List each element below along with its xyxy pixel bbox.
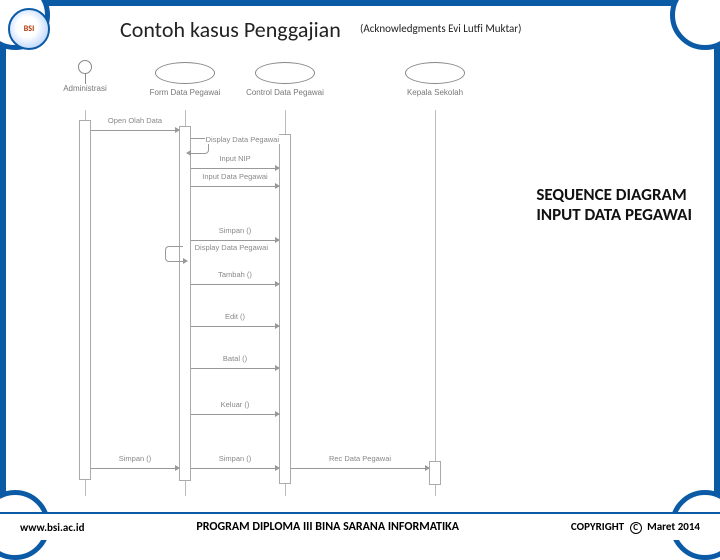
msg-label: Input NIP	[218, 154, 251, 163]
msg-input-nip: Input NIP	[191, 156, 279, 170]
msg-label: Batal ()	[222, 354, 248, 363]
msg-label: Display Data Pegawai	[205, 135, 280, 144]
lane-control-data-pegawai: Control Data Pegawai	[245, 56, 325, 97]
lane-administrasi: Administrasi	[45, 56, 125, 93]
activation-box	[429, 461, 441, 485]
activation-box	[179, 126, 191, 481]
lane-label: Administrasi	[45, 84, 125, 93]
footer-bar: www.bsi.ac.id PROGRAM DIPLOMA III BINA S…	[0, 512, 720, 540]
msg-label: Rec Data Pegawai	[328, 454, 392, 463]
activation-box	[279, 134, 291, 484]
msg-edit: Edit ()	[191, 314, 279, 328]
msg-open-olah-data: Open Olah Data	[91, 118, 179, 132]
msg-simpan-1: Simpan ()	[191, 228, 279, 242]
msg-display-data-pegawai-2: Display Data Pegawai	[165, 246, 183, 262]
msg-batal: Batal ()	[191, 356, 279, 370]
copyright-label: COPYRIGHT	[571, 520, 624, 533]
diagram-caption: SEQUENCE DIAGRAM INPUT DATA PEGAWAI	[536, 185, 692, 226]
footer-program: PROGRAM DIPLOMA III BINA SARANA INFORMAT…	[196, 520, 459, 534]
footer-url: www.bsi.ac.id	[20, 521, 84, 534]
msg-tambah: Tambah ()	[191, 272, 279, 286]
msg-simpan-form: Simpan ()	[191, 456, 279, 470]
msg-label: Simpan ()	[218, 226, 253, 235]
msg-label: Simpan ()	[118, 454, 153, 463]
footer-copyright: COPYRIGHT C Maret 2014	[571, 520, 700, 534]
msg-keluar: Keluar ()	[191, 402, 279, 416]
page-title: Contoh kasus Penggajian	[120, 16, 341, 43]
acknowledgment-text: (Acknowledgments Evi Lutfi Muktar)	[360, 22, 521, 35]
msg-label: Input Data Pegawai	[201, 172, 268, 181]
corner-tr	[670, 0, 720, 50]
lane-label: Form Data Pegawai	[145, 88, 225, 97]
msg-label: Keluar ()	[220, 400, 251, 409]
copyright-date: Maret 2014	[647, 520, 700, 533]
msg-label: Edit ()	[224, 312, 246, 321]
msg-input-data-pegawai: Input Data Pegawai	[191, 174, 279, 188]
copyright-icon: C	[630, 522, 642, 534]
msg-rec-data-pegawai: Rec Data Pegawai	[291, 456, 429, 470]
lifeline	[435, 110, 436, 496]
msg-label: Simpan ()	[218, 454, 253, 463]
bsi-logo-icon: BSI	[8, 8, 50, 50]
lane-label: Control Data Pegawai	[245, 88, 325, 97]
lane-label: Kepala Sekolah	[395, 88, 475, 97]
msg-label: Open Olah Data	[107, 116, 163, 125]
caption-line2: INPUT DATA PEGAWAI	[536, 205, 692, 225]
sequence-diagram: Administrasi Form Data Pegawai Control D…	[55, 56, 465, 496]
msg-display-data-pegawai-1: Display Data Pegawai	[191, 138, 209, 154]
msg-label: Display Data Pegawai	[194, 243, 269, 252]
msg-simpan-admin: Simpan ()	[91, 456, 179, 470]
lane-form-data-pegawai: Form Data Pegawai	[145, 56, 225, 97]
activation-box	[79, 120, 91, 480]
lane-kepala-sekolah: Kepala Sekolah	[395, 56, 475, 97]
caption-line1: SEQUENCE DIAGRAM	[536, 185, 692, 205]
msg-label: Tambah ()	[217, 270, 253, 279]
